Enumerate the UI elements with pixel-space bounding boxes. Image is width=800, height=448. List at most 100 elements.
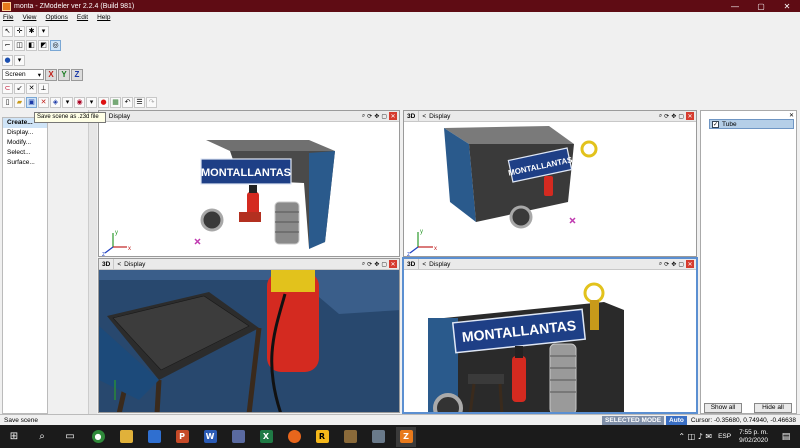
rotate-icon[interactable]: ⟳ [664, 113, 669, 120]
texture-icon[interactable]: ▦ [110, 97, 121, 108]
snap-magnet-icon[interactable]: ⊂ [2, 83, 13, 94]
viewport-back-button[interactable]: < [419, 113, 429, 120]
record-icon[interactable]: ● [98, 97, 109, 108]
viewport-label[interactable]: Display [429, 113, 659, 120]
import-dropdown-icon[interactable]: ▾ [62, 97, 73, 108]
viewport-label[interactable]: Display [109, 113, 362, 120]
panel-close-icon[interactable]: ✕ [789, 112, 794, 119]
object-icon[interactable]: ◧ [26, 40, 37, 51]
menu-options[interactable]: Options [45, 14, 67, 21]
task-view-icon[interactable]: ▭ [60, 427, 80, 447]
auto-indicator[interactable]: Auto [666, 415, 687, 425]
paint-drop-icon[interactable]: ● [2, 55, 13, 66]
show-all-button[interactable]: Show all [704, 403, 742, 413]
pan-icon[interactable]: ✥ [374, 113, 379, 120]
viewport-label[interactable]: Display [124, 261, 362, 268]
view-mode-3d[interactable]: 3D [404, 110, 420, 122]
axis-y-button[interactable]: Y [58, 68, 70, 81]
start-icon[interactable]: ⊞ [4, 427, 24, 447]
vertex-icon[interactable]: ⌐ [2, 40, 13, 51]
pan-icon[interactable]: ✥ [671, 113, 676, 120]
maximize-view-icon[interactable]: ▢ [381, 113, 387, 120]
command-surface[interactable]: Surface... [3, 158, 47, 168]
file-explorer-icon[interactable] [116, 427, 136, 447]
maximize-view-icon[interactable]: ▢ [381, 261, 387, 268]
import-icon[interactable]: ◈ [50, 97, 61, 108]
new-file-icon[interactable]: ▯ [2, 97, 13, 108]
properties-icon[interactable]: ☰ [134, 97, 145, 108]
viewport-top-left[interactable]: < Display ⌕ ⟳ ✥ ▢ ✕ MONTALLANTAS y [98, 110, 400, 257]
zoom-icon[interactable]: ⌕ [659, 260, 662, 268]
command-select[interactable]: Select... [3, 148, 47, 158]
view-mode-3d[interactable]: 3D [404, 258, 420, 270]
excel-icon[interactable]: X [256, 427, 276, 447]
clock[interactable]: 7:55 p. m. 9/02/2020 [739, 429, 768, 445]
menu-help[interactable]: Help [97, 14, 110, 21]
firefox-icon[interactable] [284, 427, 304, 447]
viewport-back-button[interactable]: < [419, 261, 429, 268]
media-player-icon[interactable] [340, 427, 360, 447]
paint-dropdown-icon[interactable]: ▾ [14, 55, 25, 66]
zoom-icon[interactable]: ⌕ [362, 260, 365, 268]
maximize-view-icon[interactable]: ▢ [678, 113, 684, 120]
left-splitter[interactable] [88, 110, 97, 414]
axis-x-button[interactable]: X [45, 68, 57, 81]
delete-icon[interactable]: ✕ [38, 97, 49, 108]
store-icon[interactable] [144, 427, 164, 447]
open-folder-icon[interactable]: ▰ [14, 97, 25, 108]
save-icon[interactable]: ▣ [26, 97, 37, 108]
command-modify[interactable]: Modify... [3, 138, 47, 148]
axis-toggle-icon[interactable]: ✕ [26, 83, 37, 94]
group-icon[interactable]: ◩ [38, 40, 49, 51]
photos-icon[interactable] [228, 427, 248, 447]
zmodeler-taskbar-icon[interactable]: Z [396, 426, 416, 447]
tray-icons[interactable]: ⌃ ◫ ♪ ✉ [678, 427, 712, 447]
rockstar-icon[interactable]: R [312, 427, 332, 447]
screen-select[interactable]: Screen ▾ [2, 69, 44, 80]
notification-icon[interactable]: ▤ [776, 427, 796, 447]
face-icon[interactable]: ◫ [14, 40, 25, 51]
select-dropdown-icon[interactable]: ▾ [38, 26, 49, 37]
select-figure-icon[interactable]: ✱ [26, 26, 37, 37]
app-generic-icon[interactable] [368, 427, 388, 447]
close-button[interactable]: ✕ [774, 0, 800, 12]
axis-z-button[interactable]: Z [71, 68, 83, 81]
close-view-icon[interactable]: ✕ [389, 112, 397, 120]
zoom-icon[interactable]: ⌕ [362, 112, 365, 120]
viewport-top-right[interactable]: 3D < Display ⌕ ⟳ ✥ ▢ ✕ MONTALLANTAS y x … [403, 110, 697, 257]
close-view-icon[interactable]: ✕ [686, 260, 694, 268]
viewport-back-button[interactable]: < [114, 261, 124, 268]
viewport-bottom-right[interactable]: 3D < Display ⌕ ⟳ ✥ ▢ ✕ MONTALLANTAS [402, 257, 698, 414]
viewport-label[interactable]: Display [429, 261, 659, 268]
object-item-tube[interactable]: ✓ Tube [709, 119, 794, 129]
zoom-icon[interactable]: ⌕ [659, 112, 662, 120]
word-icon[interactable]: W [200, 427, 220, 447]
menu-edit[interactable]: Edit [77, 14, 88, 21]
pan-icon[interactable]: ✥ [671, 261, 676, 268]
checkbox-icon[interactable]: ✓ [712, 120, 719, 128]
chrome-icon[interactable]: ● [88, 427, 108, 447]
export-dropdown-icon[interactable]: ▾ [86, 97, 97, 108]
menu-file[interactable]: File [3, 14, 13, 21]
menu-view[interactable]: View [22, 14, 36, 21]
hide-all-button[interactable]: Hide all [754, 403, 792, 413]
pivot-icon[interactable]: ↙ [14, 83, 25, 94]
snap-icon[interactable]: ◎ [50, 40, 61, 51]
select-arrow-icon[interactable]: ↖ [2, 26, 13, 37]
viewport-bottom-left[interactable]: 3D < Display ⌕ ⟳ ✥ ▢ ✕ [98, 258, 400, 413]
rotate-icon[interactable]: ⟳ [664, 261, 669, 268]
redo-icon[interactable]: ↷ [146, 97, 157, 108]
rotate-icon[interactable]: ⟳ [367, 261, 372, 268]
language-indicator[interactable]: ESP [718, 433, 731, 440]
pan-icon[interactable]: ✥ [374, 261, 379, 268]
maximize-view-icon[interactable]: ▢ [678, 261, 684, 268]
close-view-icon[interactable]: ✕ [686, 112, 694, 120]
axis-lock-icon[interactable]: ⟂ [38, 83, 49, 94]
powerpoint-icon[interactable]: P [172, 427, 192, 447]
rotate-icon[interactable]: ⟳ [367, 113, 372, 120]
undo-icon[interactable]: ↶ [122, 97, 133, 108]
export-icon[interactable]: ◉ [74, 97, 85, 108]
minimize-button[interactable]: — [722, 0, 748, 12]
search-icon[interactable]: ⌕ [32, 427, 52, 447]
command-display[interactable]: Display... [3, 128, 47, 138]
